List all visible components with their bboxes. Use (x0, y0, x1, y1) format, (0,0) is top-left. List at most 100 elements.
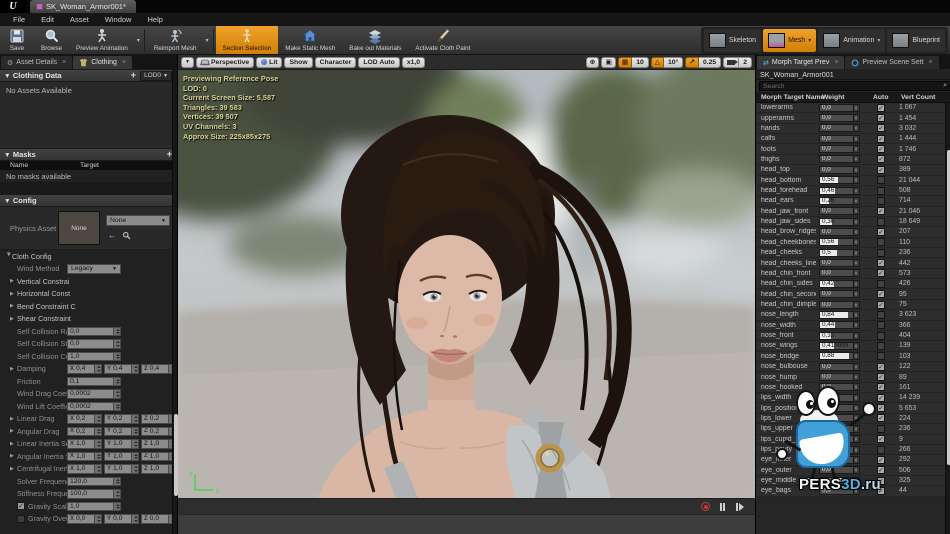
morph-row[interactable]: nose_bridge 0,88 103 (756, 351, 950, 362)
auto-checkbox[interactable] (877, 445, 885, 454)
auto-checkbox[interactable] (877, 393, 885, 402)
x-field[interactable]: X 1,0 (67, 439, 102, 449)
y-field[interactable]: Y 1,0 (104, 451, 139, 461)
auto-checkbox[interactable] (877, 103, 885, 112)
z-field[interactable]: Z 1,0 (141, 464, 176, 474)
spinner-icon[interactable] (854, 165, 860, 174)
spinner-icon[interactable] (854, 435, 860, 444)
morph-weight-slider[interactable]: 0,0 (819, 486, 860, 495)
spinner-icon[interactable] (854, 424, 860, 433)
spinner-icon[interactable] (132, 451, 139, 461)
morph-row[interactable]: lips_width 0,0 14 239 (756, 393, 950, 404)
auto-checkbox[interactable] (877, 414, 885, 423)
x-field[interactable]: X 1,0 (67, 451, 102, 461)
morph-row[interactable]: foots 0,0 1 746 (756, 144, 950, 155)
make-static-mesh-button[interactable]: Make Static Mesh (278, 26, 342, 54)
auto-checkbox[interactable] (877, 310, 885, 319)
x-field[interactable]: X 0,0 (67, 514, 102, 524)
morph-weight-slider[interactable]: 0,0 (819, 435, 860, 444)
spinner-icon[interactable] (854, 404, 860, 413)
spinner-icon[interactable] (114, 501, 121, 511)
spinner-icon[interactable] (854, 455, 860, 464)
morph-weight-slider[interactable]: 0,0 (819, 414, 860, 423)
grid-snap-value[interactable]: 10 (632, 56, 649, 68)
spinner-icon[interactable] (854, 321, 860, 330)
spinner-icon[interactable] (854, 196, 860, 205)
morph-row[interactable]: head_ears 0,26 714 (756, 196, 950, 207)
morph-row[interactable]: nose_hooked 0,0 161 (756, 382, 950, 394)
camera-speed-button[interactable] (723, 56, 740, 68)
morph-weight-slider[interactable]: 0,0 (819, 383, 860, 392)
spinner-icon[interactable] (114, 489, 121, 499)
morph-row[interactable]: head_bottom 0,56 21 044 (756, 175, 950, 186)
spinner-icon[interactable] (854, 248, 860, 257)
morph-weight-slider[interactable]: 0,0 (819, 259, 860, 268)
tab-animation[interactable]: Animation ▾ (818, 29, 886, 52)
spinner-icon[interactable] (132, 426, 139, 436)
auto-checkbox[interactable] (877, 476, 885, 485)
z-field[interactable]: Z 1,0 (141, 439, 176, 449)
spinner-icon[interactable] (114, 326, 121, 336)
number-field[interactable]: 0,1 (67, 376, 121, 386)
spinner-icon[interactable] (114, 351, 121, 361)
spinner-icon[interactable] (854, 217, 860, 226)
spinner-icon[interactable] (95, 364, 102, 374)
x-field[interactable]: X 0,4 (67, 364, 102, 374)
morph-weight-slider[interactable]: 0,36 (819, 217, 860, 226)
expander-arrow-icon[interactable]: ▶ (10, 453, 17, 459)
auto-checkbox[interactable] (877, 300, 885, 309)
rotation-snap-toggle[interactable]: △ (650, 56, 664, 68)
morph-row[interactable]: head_cheeks 0,5 236 (756, 248, 950, 259)
spinner-icon[interactable] (854, 393, 860, 402)
auto-checkbox[interactable] (877, 196, 885, 205)
morph-row[interactable]: lips_position 0,0 5 653 (756, 403, 950, 414)
expander-arrow-icon[interactable]: ▶ (10, 466, 17, 472)
section-selection-button[interactable]: Section Selection (215, 26, 279, 54)
spinner-icon[interactable] (95, 451, 102, 461)
scale-snap-toggle[interactable]: ↗ (685, 56, 699, 68)
menu-item[interactable]: File (6, 15, 32, 24)
spinner-icon[interactable] (854, 331, 860, 340)
morph-weight-slider[interactable]: 0,0 (819, 134, 860, 143)
y-field[interactable]: Y 1,0 (104, 464, 139, 474)
left-panel-scrollbar[interactable] (172, 69, 178, 534)
number-field[interactable]: 1,0 (67, 501, 121, 511)
expander-arrow-icon[interactable]: ▶ (10, 416, 17, 422)
tab-mesh[interactable]: Mesh ▾ (763, 29, 817, 52)
preview-animation-button[interactable]: Preview Animation (69, 26, 135, 54)
lod-auto-button[interactable]: LOD Auto (358, 56, 400, 68)
viewport-scene[interactable] (178, 70, 755, 498)
number-field[interactable]: 0,0002 (67, 389, 121, 399)
browse-button[interactable]: Browse (34, 26, 69, 54)
save-button[interactable]: Save (0, 26, 34, 54)
auto-checkbox[interactable] (877, 331, 885, 340)
tab-skeleton[interactable]: Skeleton (703, 29, 762, 52)
animation-dropdown-caret-icon[interactable]: ▾ (877, 37, 880, 44)
clothing-data-header[interactable]: ▶ Clothing Data + LOD0 ▼ (0, 69, 177, 82)
step-forward-button[interactable] (734, 501, 745, 512)
morph-weight-slider[interactable]: 0,32 (819, 331, 860, 340)
reimport-mesh-button[interactable]: Reimport Mesh (147, 26, 204, 54)
close-icon[interactable]: × (834, 59, 838, 66)
morph-row[interactable]: head_top 0,0 389 (756, 165, 950, 176)
morph-row[interactable]: thighs 0,0 872 (756, 154, 950, 166)
spinner-icon[interactable] (854, 383, 860, 392)
morph-weight-slider[interactable]: 0,44 (819, 321, 860, 330)
spinner-icon[interactable] (95, 426, 102, 436)
auto-checkbox[interactable] (877, 341, 885, 350)
spinner-icon[interactable] (114, 401, 121, 411)
expander-arrow-icon[interactable]: ▶ (10, 303, 17, 309)
viewport-options-button[interactable]: ▼ (181, 56, 194, 68)
auto-checkbox[interactable] (877, 145, 885, 154)
morph-weight-slider[interactable]: 0,0 (819, 124, 860, 133)
morph-weight-slider[interactable]: 0,0 (819, 114, 860, 123)
auto-checkbox[interactable] (877, 404, 885, 413)
number-field[interactable]: 120,0 (67, 476, 121, 486)
spinner-icon[interactable] (132, 414, 139, 424)
morph-weight-slider[interactable]: 0,0 (819, 227, 860, 236)
tab-blueprint[interactable]: Blueprint (887, 29, 945, 52)
y-field[interactable]: Y 0,2 (104, 414, 139, 424)
spinner-icon[interactable] (854, 341, 860, 350)
activate-cloth-paint-button[interactable]: Activate Cloth Paint (408, 26, 477, 54)
spinner-icon[interactable] (854, 352, 860, 361)
